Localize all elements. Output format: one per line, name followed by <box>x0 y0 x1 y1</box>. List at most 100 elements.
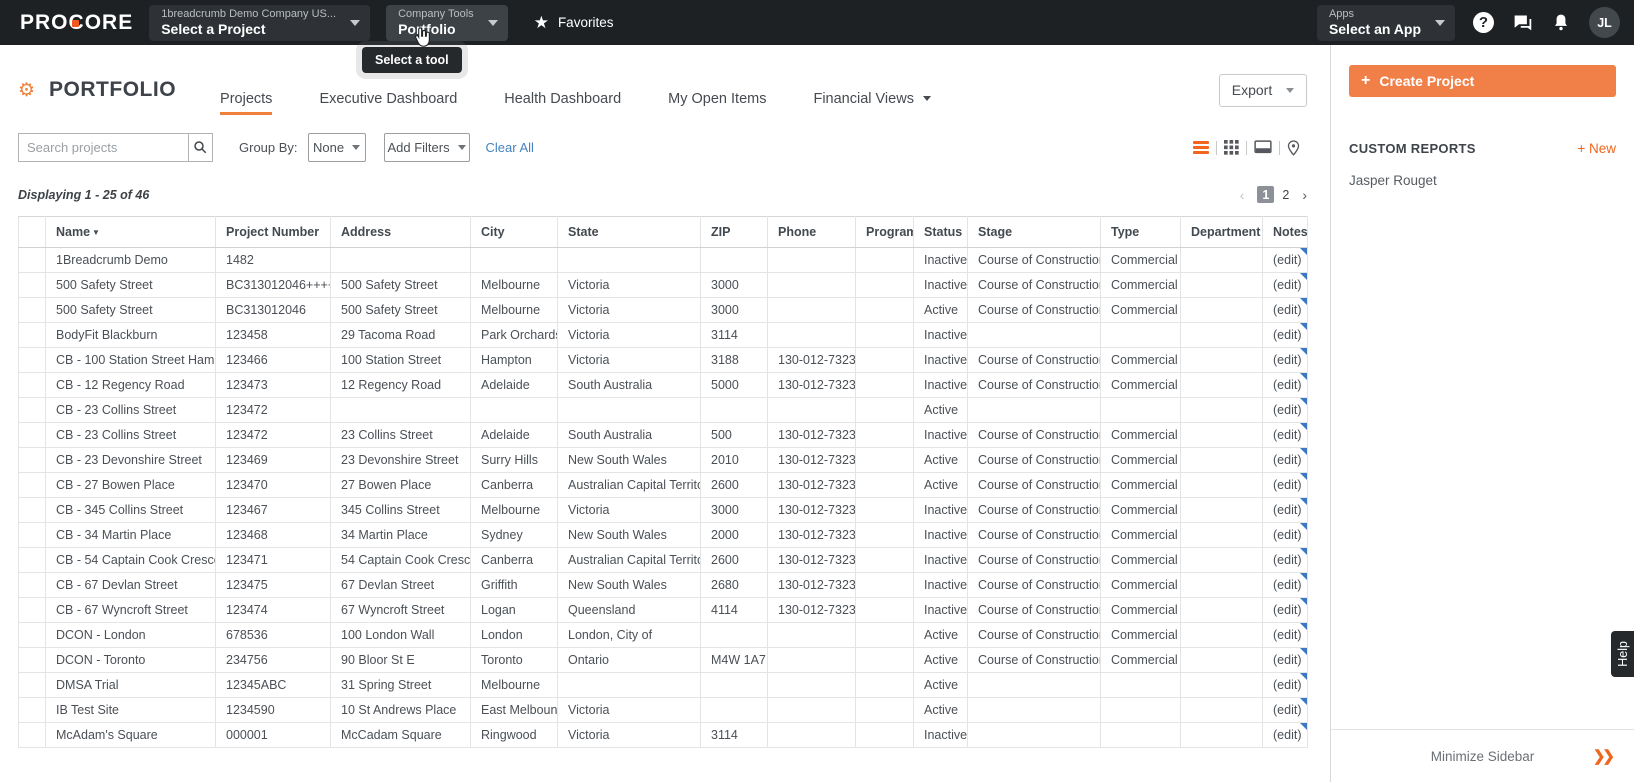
project-name-link[interactable]: DCON - Toronto <box>45 647 216 673</box>
help-tab[interactable]: Help <box>1611 631 1634 677</box>
notes-edit-link[interactable]: (edit) <box>1262 672 1308 698</box>
project-name-link[interactable]: BodyFit Blackburn <box>45 322 216 348</box>
row-select-cell[interactable] <box>18 572 46 598</box>
project-number-link[interactable]: 678536 <box>215 622 331 648</box>
project-number-link[interactable]: 123472 <box>215 422 331 448</box>
project-number-link[interactable]: 1482 <box>215 247 331 273</box>
notes-edit-link[interactable]: (edit) <box>1262 372 1308 398</box>
project-name-link[interactable]: CB - 67 Devlan Street <box>45 572 216 598</box>
tool-picker[interactable]: Company Tools Portfolio <box>386 4 508 41</box>
notes-edit-link[interactable]: (edit) <box>1262 397 1308 423</box>
column-header-city[interactable]: City <box>470 216 558 248</box>
project-name-link[interactable]: McAdam's Square <box>45 722 216 748</box>
notes-edit-link[interactable]: (edit) <box>1262 422 1308 448</box>
card-view-button[interactable] <box>1247 140 1279 155</box>
map-view-button[interactable] <box>1280 139 1307 156</box>
pagination-next-icon[interactable]: › <box>1302 187 1307 203</box>
column-header-project-number[interactable]: Project Number <box>215 216 331 248</box>
row-select-cell[interactable] <box>18 297 46 323</box>
project-name-link[interactable]: CB - 345 Collins Street <box>45 497 216 523</box>
new-report-link[interactable]: + New <box>1577 141 1616 156</box>
row-select-cell[interactable] <box>18 597 46 623</box>
column-header-notes[interactable]: Notes <box>1262 216 1308 248</box>
search-button[interactable] <box>188 133 213 162</box>
project-number-link[interactable]: 1234590 <box>215 697 331 723</box>
project-number-link[interactable]: 12345ABC <box>215 672 331 698</box>
notes-edit-link[interactable]: (edit) <box>1262 597 1308 623</box>
project-name-link[interactable]: CB - 23 Collins Street <box>45 422 216 448</box>
procore-logo[interactable]: PROCORE <box>20 11 133 35</box>
notes-edit-link[interactable]: (edit) <box>1262 247 1308 273</box>
project-number-link[interactable]: 123473 <box>215 372 331 398</box>
row-select-cell[interactable] <box>18 322 46 348</box>
gear-icon[interactable]: ⚙ <box>18 79 35 102</box>
project-number-link[interactable]: 123469 <box>215 447 331 473</box>
row-select-cell[interactable] <box>18 697 46 723</box>
project-name-link[interactable]: IB Test Site <box>45 697 216 723</box>
add-filters-button[interactable]: Add Filters <box>383 133 470 162</box>
export-button[interactable]: Export <box>1219 73 1307 107</box>
tab-projects[interactable]: Projects <box>220 65 273 115</box>
column-header-type[interactable]: Type <box>1100 216 1181 248</box>
tab-my-open-items[interactable]: My Open Items <box>668 65 766 115</box>
project-name-link[interactable]: 1Breadcrumb Demo <box>45 247 216 273</box>
column-header-program[interactable]: Program <box>855 216 914 248</box>
create-project-button[interactable]: + Create Project <box>1349 65 1616 97</box>
notes-edit-link[interactable]: (edit) <box>1262 272 1308 298</box>
project-number-link[interactable]: BC313012046++++ <box>215 272 331 298</box>
project-number-link[interactable]: 123474 <box>215 597 331 623</box>
row-select-cell[interactable] <box>18 547 46 573</box>
column-header-stage[interactable]: Stage <box>967 216 1101 248</box>
pagination-prev-icon[interactable]: ‹ <box>1240 187 1245 203</box>
project-number-link[interactable]: 123475 <box>215 572 331 598</box>
project-name-link[interactable]: CB - 54 Captain Cook Crescent <box>45 547 216 573</box>
notes-edit-link[interactable]: (edit) <box>1262 647 1308 673</box>
project-number-link[interactable]: 123467 <box>215 497 331 523</box>
project-number-link[interactable]: 123472 <box>215 397 331 423</box>
notes-edit-link[interactable]: (edit) <box>1262 472 1308 498</box>
pagination-page-2[interactable]: 2 <box>1282 188 1289 202</box>
project-name-link[interactable]: CB - 27 Bowen Place <box>45 472 216 498</box>
project-name-link[interactable]: CB - 67 Wyncroft Street <box>45 597 216 623</box>
project-number-link[interactable]: 123466 <box>215 347 331 373</box>
project-number-link[interactable]: 123471 <box>215 547 331 573</box>
apps-picker[interactable]: Apps Select an App <box>1316 4 1455 41</box>
project-name-link[interactable]: CB - 100 Station Street Hampton <box>45 347 216 373</box>
double-chevron-right-icon[interactable]: ❯❯ <box>1593 747 1615 765</box>
project-name-link[interactable]: DCON - London <box>45 622 216 648</box>
grid-view-button[interactable] <box>1217 140 1246 155</box>
project-number-link[interactable]: 123468 <box>215 522 331 548</box>
project-name-link[interactable]: CB - 34 Martin Place <box>45 522 216 548</box>
notes-edit-link[interactable]: (edit) <box>1262 547 1308 573</box>
row-select-cell[interactable] <box>18 247 46 273</box>
project-number-link[interactable]: 234756 <box>215 647 331 673</box>
project-number-link[interactable]: BC313012046 <box>215 297 331 323</box>
row-select-cell[interactable] <box>18 672 46 698</box>
notes-edit-link[interactable]: (edit) <box>1262 297 1308 323</box>
custom-report-item[interactable]: Jasper Rouget <box>1349 173 1616 188</box>
row-select-cell[interactable] <box>18 722 46 748</box>
row-select-cell[interactable] <box>18 622 46 648</box>
row-select-cell[interactable] <box>18 497 46 523</box>
column-header-zip[interactable]: ZIP <box>700 216 768 248</box>
project-name-link[interactable]: 500 Safety Street <box>45 297 216 323</box>
notes-edit-link[interactable]: (edit) <box>1262 697 1308 723</box>
row-select-cell[interactable] <box>18 647 46 673</box>
notes-edit-link[interactable]: (edit) <box>1262 322 1308 348</box>
notes-edit-link[interactable]: (edit) <box>1262 447 1308 473</box>
row-select-cell[interactable] <box>18 472 46 498</box>
project-picker[interactable]: 1breadcrumb Demo Company US... Select a … <box>149 4 371 41</box>
column-header-name[interactable]: Name ▼ <box>45 216 216 248</box>
column-header-department[interactable]: Department <box>1180 216 1263 248</box>
notes-edit-link[interactable]: (edit) <box>1262 722 1308 748</box>
row-select-cell[interactable] <box>18 422 46 448</box>
column-header-state[interactable]: State <box>557 216 701 248</box>
group-by-select[interactable]: None <box>307 133 366 162</box>
project-name-link[interactable]: CB - 23 Devonshire Street <box>45 447 216 473</box>
row-select-cell[interactable] <box>18 397 46 423</box>
row-select-cell[interactable] <box>18 347 46 373</box>
tab-health-dashboard[interactable]: Health Dashboard <box>504 65 621 115</box>
pagination-page-1[interactable]: 1 <box>1257 186 1275 203</box>
column-header-status[interactable]: Status <box>913 216 968 248</box>
project-name-link[interactable]: CB - 12 Regency Road <box>45 372 216 398</box>
